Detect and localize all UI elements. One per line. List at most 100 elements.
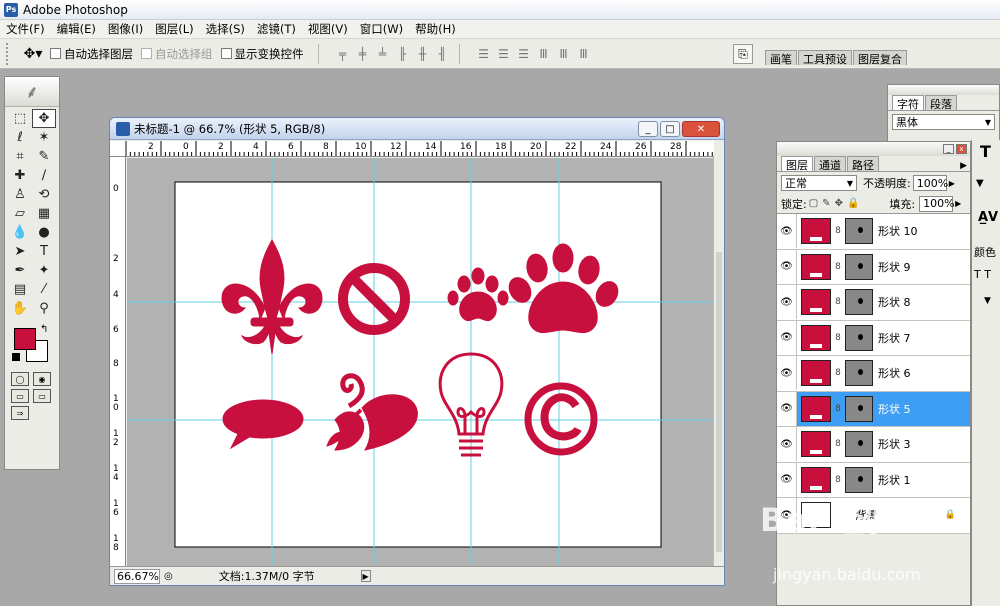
align-top-icon[interactable]: ╤ [335, 46, 351, 62]
vector-mask-thumbnail[interactable] [845, 360, 873, 387]
healing-brush-tool-icon[interactable]: ✚ [8, 166, 32, 185]
align-right-icon[interactable]: ╢ [435, 46, 451, 62]
document-canvas[interactable] [174, 181, 662, 548]
tab-paths[interactable]: 路径 [847, 156, 879, 172]
text-size-icon[interactable]: T [980, 142, 991, 161]
vector-mask-thumbnail[interactable] [845, 218, 873, 245]
lock-all-icon[interactable]: 🔒 [847, 198, 859, 209]
tab-paragraph[interactable]: 段落 [925, 95, 957, 111]
maximize-button[interactable]: □ [660, 121, 680, 137]
menu-layer[interactable]: 图层(L) [149, 21, 199, 37]
foreground-color-swatch[interactable] [14, 328, 36, 350]
link-icon[interactable]: 8 [831, 368, 845, 378]
eyedropper-tool-icon[interactable]: ⁄ [32, 280, 56, 299]
auto-select-layer-checkbox[interactable]: 自动选择图层 [50, 46, 133, 62]
link-icon[interactable]: 8 [831, 297, 845, 307]
vector-mask-thumbnail[interactable] [845, 395, 873, 422]
crop-tool-icon[interactable]: ⌗ [8, 147, 32, 166]
ruler-origin[interactable] [110, 141, 126, 157]
vertical-scrollbar[interactable] [713, 157, 724, 568]
distribute-left-icon[interactable]: Ⅲ [536, 46, 552, 62]
history-brush-tool-icon[interactable]: ⟲ [32, 185, 56, 204]
slice-tool-icon[interactable]: ✎ [32, 147, 56, 166]
fill-slider-icon[interactable]: ▶ [955, 199, 961, 208]
eye-icon[interactable]: 👁 [777, 214, 797, 249]
default-colors-icon[interactable] [12, 353, 20, 361]
dodge-tool-icon[interactable]: ● [32, 223, 56, 242]
custom-shape-tool-icon[interactable]: ✦ [32, 261, 56, 280]
status-options-icon[interactable]: ◎ [164, 571, 173, 582]
palette-tab-tool-presets[interactable]: 工具预设 [798, 50, 852, 66]
auto-select-group-checkbox[interactable]: 自动选择组 [141, 46, 213, 62]
status-menu-arrow-icon[interactable]: ▶ [360, 570, 371, 582]
menu-help[interactable]: 帮助(H) [409, 21, 462, 37]
distribute-vcenter-icon[interactable]: ☰ [496, 46, 512, 62]
tab-layers[interactable]: 图层 [781, 156, 813, 172]
layer-row[interactable]: 👁 8 形状 3 [777, 427, 970, 463]
link-icon[interactable]: 8 [831, 262, 845, 272]
font-family-select[interactable]: 黑体 ▼ [892, 114, 995, 130]
horizontal-ruler[interactable]: 2 0 2 4 6 8 10 12 14 16 18 20 22 24 26 2… [126, 141, 714, 157]
text-style-icons[interactable]: T T [974, 268, 991, 281]
notes-tool-icon[interactable]: ▤ [8, 280, 32, 299]
menu-filter[interactable]: 滤镜(T) [251, 21, 302, 37]
palette-tab-brushes[interactable]: 画笔 [765, 50, 797, 66]
distribute-hcenter-icon[interactable]: Ⅲ [556, 46, 572, 62]
checkbox-box[interactable] [141, 48, 152, 59]
link-icon[interactable]: 8 [831, 404, 845, 414]
menu-window[interactable]: 窗口(W) [354, 21, 409, 37]
minimize-button[interactable]: _ [638, 121, 658, 137]
link-icon[interactable]: 8 [831, 475, 845, 485]
layer-row[interactable]: 👁 8 形状 8 [777, 285, 970, 321]
distribute-bottom-icon[interactable]: ☰ [516, 46, 532, 62]
lock-image-icon[interactable]: ✎ [822, 198, 830, 209]
eye-icon[interactable]: 👁 [777, 391, 797, 426]
eye-icon[interactable]: 👁 [777, 427, 797, 462]
options-grip[interactable] [6, 42, 10, 65]
tab-channels[interactable]: 通道 [814, 156, 846, 172]
palette-tab-layer-comps[interactable]: 图层复合 [853, 50, 907, 66]
jump-to-imageready-icon[interactable]: ⇒ [11, 406, 29, 420]
lock-transparent-icon[interactable]: ▢ [809, 198, 818, 209]
layer-row[interactable]: 👁 8 形状 7 [777, 320, 970, 356]
lasso-tool-icon[interactable]: ℓ [8, 128, 32, 147]
chevron-down-icon[interactable]: ▼ [984, 296, 991, 306]
standard-mode-icon[interactable]: ◯ [11, 372, 29, 386]
file-browser-icon[interactable]: ⎘ [733, 44, 753, 64]
link-icon[interactable]: 8 [831, 333, 845, 343]
checkbox-box[interactable] [220, 48, 232, 59]
vector-mask-thumbnail[interactable] [845, 253, 873, 280]
canvas-area[interactable] [127, 158, 715, 568]
chevron-down-icon[interactable]: ▼ [976, 178, 984, 189]
zoom-tool-icon[interactable]: ⚲ [32, 299, 56, 318]
clone-stamp-tool-icon[interactable]: ♙ [8, 185, 32, 204]
vector-mask-thumbnail[interactable] [845, 289, 873, 316]
align-bottom-icon[interactable]: ╧ [375, 46, 391, 62]
layer-row-selected[interactable]: 👁 8 形状 5 [777, 391, 970, 427]
zoom-field[interactable]: 66.67% [114, 568, 160, 584]
move-tool-icon[interactable]: ✥ [32, 109, 56, 128]
hand-tool-icon[interactable]: ✋ [8, 299, 32, 318]
type-tool-icon[interactable]: T [32, 242, 56, 261]
distribute-right-icon[interactable]: Ⅲ [576, 46, 592, 62]
layer-row[interactable]: 👁 8 形状 6 [777, 356, 970, 392]
scale-icon[interactable]: A̲V [978, 210, 998, 225]
gradient-tool-icon[interactable]: ▦ [32, 204, 56, 223]
vertical-ruler[interactable]: 0 2 4 6 8 1 0 1 2 1 4 1 6 1 8 [110, 157, 126, 568]
vector-mask-thumbnail[interactable] [845, 324, 873, 351]
eye-icon[interactable]: 👁 [777, 320, 797, 355]
layer-row[interactable]: 👁 8 形状 10 [777, 214, 970, 250]
opacity-field[interactable]: 100% [912, 175, 948, 191]
layer-row[interactable]: 👁 8 形状 1 [777, 462, 970, 498]
panel-menu-icon[interactable]: ▶ [960, 161, 967, 171]
vector-mask-thumbnail[interactable] [845, 466, 873, 493]
menu-select[interactable]: 选择(S) [200, 21, 251, 37]
eye-icon[interactable]: 👁 [777, 462, 797, 497]
layer-row[interactable]: 👁 8 形状 9 [777, 249, 970, 285]
align-hcenter-icon[interactable]: ╫ [415, 46, 431, 62]
menu-view[interactable]: 视图(V) [302, 21, 354, 37]
swap-colors-icon[interactable]: ↰ [40, 324, 48, 335]
eye-icon[interactable]: 👁 [777, 356, 797, 391]
brush-tool-icon[interactable]: ∕ [32, 166, 56, 185]
align-left-icon[interactable]: ╟ [395, 46, 411, 62]
